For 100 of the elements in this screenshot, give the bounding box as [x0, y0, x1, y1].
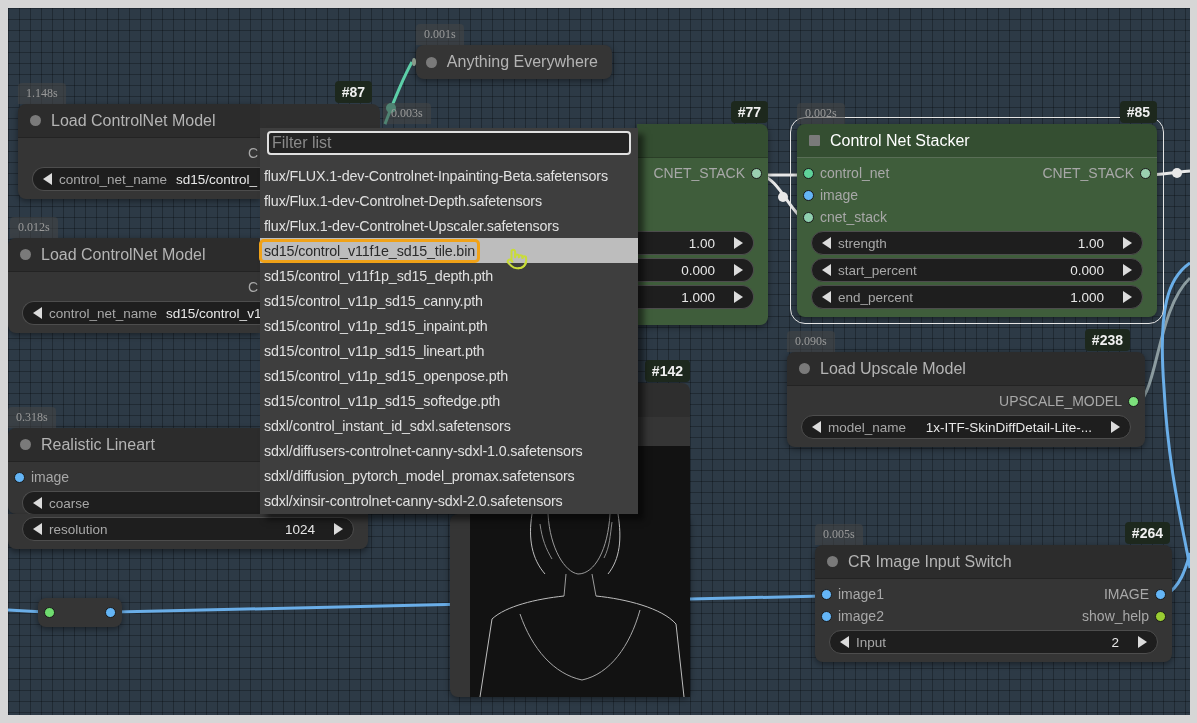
node-header[interactable]: Load ControlNet Model — [8, 238, 260, 272]
increment-arrow-icon[interactable] — [1122, 264, 1132, 276]
input-slot-icon[interactable] — [803, 189, 814, 201]
node-header[interactable]: Control Net Stacker — [797, 124, 1157, 158]
node-panel[interactable]: CNET_STACK 1.00 0.000 1.000 — [637, 124, 768, 325]
output-slot-icon[interactable] — [751, 167, 762, 179]
node-panel[interactable]: Load ControlNet Model C control_net_name sd15/control_ — [18, 104, 260, 199]
dropdown-option[interactable]: sd15/control_v11p_sd15_canny.pth — [260, 288, 638, 313]
decrement-arrow-icon[interactable] — [33, 497, 43, 509]
output-label: UPSCALE_MODEL — [999, 393, 1122, 409]
increment-arrow-icon[interactable] — [1110, 421, 1120, 433]
output-label: IMAGE — [1103, 586, 1149, 602]
filter-field[interactable]: Filter list — [267, 131, 631, 155]
execution-time: 0.003s — [383, 103, 431, 124]
execution-time: 1.148s — [18, 83, 66, 104]
node-panel-bottom[interactable]: resolution 1024 — [8, 514, 368, 549]
output-slot-icon[interactable] — [1155, 610, 1166, 622]
widget-field[interactable]: model_name 1x-ITF-SkinDiffDetail-Lite-... — [801, 415, 1131, 439]
node-header[interactable] — [637, 124, 768, 158]
dropdown-option[interactable]: sd15/control_v11p_sd15_inpaint.pth — [260, 313, 638, 338]
dropdown-option[interactable]: sd15/control_v11p_sd15_lineart.pth — [260, 338, 638, 363]
decrement-arrow-icon[interactable] — [822, 237, 832, 249]
input-slot-icon[interactable] — [803, 211, 814, 223]
collapse-dot-icon[interactable] — [827, 556, 838, 567]
increment-arrow-icon[interactable] — [1122, 237, 1132, 249]
widget-field[interactable]: coarse — [22, 491, 260, 515]
decrement-arrow-icon[interactable] — [822, 264, 832, 276]
dropdown-option[interactable]: sd15/control_v11f1e_sd15_tile.bin — [260, 238, 638, 263]
dropdown-option[interactable]: flux/Flux.1-dev-Controlnet-Depth.safetensors — [260, 188, 638, 213]
decrement-arrow-icon[interactable] — [33, 307, 43, 319]
dropdown-option[interactable]: sdxl/control_instant_id_sdxl.safetensors — [260, 413, 638, 438]
node-panel[interactable]: Load Upscale Model UPSCALE_MODEL model_name 1x-ITF-SkinDiffDetail-Lite-... — [787, 352, 1145, 447]
widget-field[interactable]: 1.000 — [637, 285, 754, 309]
execution-time: 0.005s — [815, 524, 863, 545]
node-header[interactable]: Load Upscale Model — [787, 352, 1145, 386]
increment-arrow-icon[interactable] — [1137, 636, 1147, 648]
widget-field[interactable]: 0.000 — [637, 258, 754, 282]
dropdown-option[interactable]: sdxl/diffusion_pytorch_model_promax.safetensors — [260, 463, 638, 488]
input-label: image1 — [838, 586, 884, 602]
input-slot-icon[interactable] — [14, 471, 25, 483]
increment-arrow-icon[interactable] — [333, 523, 343, 535]
node-header[interactable]: CR Image Input Switch — [815, 545, 1172, 579]
output-slot-icon[interactable] — [1128, 395, 1139, 407]
node-title: CR Image Input Switch — [848, 552, 1012, 571]
widget-field[interactable]: strength 1.00 — [811, 231, 1143, 255]
collapse-dot-icon[interactable] — [425, 56, 437, 68]
node-header[interactable]: Realistic Lineart — [8, 428, 260, 462]
node-title: Anything Everywhere — [446, 53, 598, 71]
node-title: Load Upscale Model — [820, 359, 966, 378]
dropdown-option[interactable]: sd15/control_v11p_sd15_openpose.pth — [260, 363, 638, 388]
widget-field[interactable]: start_percent 0.000 — [811, 258, 1143, 282]
input-slot-icon[interactable] — [821, 588, 832, 600]
input-label: cnet_stack — [820, 209, 887, 225]
input-slot-icon[interactable] — [412, 58, 416, 66]
input-slot-icon[interactable] — [803, 167, 814, 179]
node-header[interactable]: Load ControlNet Model — [18, 104, 260, 138]
collapse-dot-icon[interactable] — [30, 115, 41, 126]
increment-arrow-icon[interactable] — [1122, 291, 1132, 303]
output-slot-icon[interactable] — [1155, 588, 1166, 600]
widget-field[interactable]: end_percent 1.000 — [811, 285, 1143, 309]
node-panel[interactable]: Control Net Stacker control_net CNET_STACK image cnet_stack strength 1.00 start_percent 0.000 end_percent 1.000 — [797, 124, 1157, 317]
dropdown-option[interactable]: sdxl/diffusers-controlnet-canny-sdxl-1.0.safetensors — [260, 438, 638, 463]
collapse-dot-icon[interactable] — [20, 249, 31, 260]
collapse-dot-icon[interactable] — [20, 439, 31, 450]
input-label: image — [820, 187, 859, 203]
decrement-arrow-icon[interactable] — [43, 173, 53, 185]
dropdown-option[interactable]: flux/FLUX.1-dev-Controlnet-Inpainting-Beta.safetensors — [260, 163, 638, 188]
output-label: show_help — [1082, 608, 1149, 624]
decrement-arrow-icon[interactable] — [822, 291, 832, 303]
node-panel[interactable]: Load ControlNet Model C control_net_name sd15/control_v1 — [8, 238, 260, 333]
output-slot-icon[interactable] — [1140, 167, 1151, 179]
increment-arrow-icon[interactable] — [733, 237, 743, 249]
reroute-node[interactable] — [38, 598, 122, 627]
node-title: Control Net Stacker — [830, 131, 970, 150]
increment-arrow-icon[interactable] — [733, 291, 743, 303]
node-title: Load ControlNet Model — [41, 245, 206, 264]
node-id-badge: #77 — [730, 101, 768, 123]
widget-field[interactable]: 1.00 — [637, 231, 754, 255]
output-label: C — [247, 145, 258, 161]
widget-field[interactable]: Input 2 — [829, 630, 1158, 654]
input-label: image — [31, 469, 70, 485]
collapse-dot-icon[interactable] — [799, 363, 810, 374]
decrement-arrow-icon[interactable] — [840, 636, 850, 648]
widget-field[interactable]: control_net_name sd15/control_v1 — [22, 301, 260, 325]
decrement-arrow-icon[interactable] — [812, 421, 822, 433]
dropdown-option[interactable]: flux/Flux.1-dev-Controlnet-Upscaler.safetensors — [260, 213, 638, 238]
node-panel[interactable]: CR Image Input Switch image1 IMAGE image2 show_help Input 2 — [815, 545, 1172, 662]
dropdown-option[interactable]: sd15/control_v11f1p_sd15_depth.pth — [260, 263, 638, 288]
dropdown-option[interactable]: sdxl/xinsir-controlnet-canny-sdxl-2.0.safetensors — [260, 488, 638, 513]
node-canvas[interactable] — [8, 8, 1190, 715]
node-id-badge: #87 — [334, 81, 372, 103]
dropdown-option[interactable]: sd15/control_v11p_sd15_softedge.pth — [260, 388, 638, 413]
output-slot-icon[interactable] — [105, 607, 116, 618]
widget-field[interactable]: control_net_name sd15/control_ — [32, 167, 260, 191]
input-slot-icon[interactable] — [821, 610, 832, 622]
widget-field[interactable]: resolution 1024 — [22, 517, 354, 541]
decrement-arrow-icon[interactable] — [33, 523, 43, 535]
increment-arrow-icon[interactable] — [733, 264, 743, 276]
input-slot-icon[interactable] — [44, 607, 55, 618]
execution-time: 0.318s — [8, 407, 56, 428]
